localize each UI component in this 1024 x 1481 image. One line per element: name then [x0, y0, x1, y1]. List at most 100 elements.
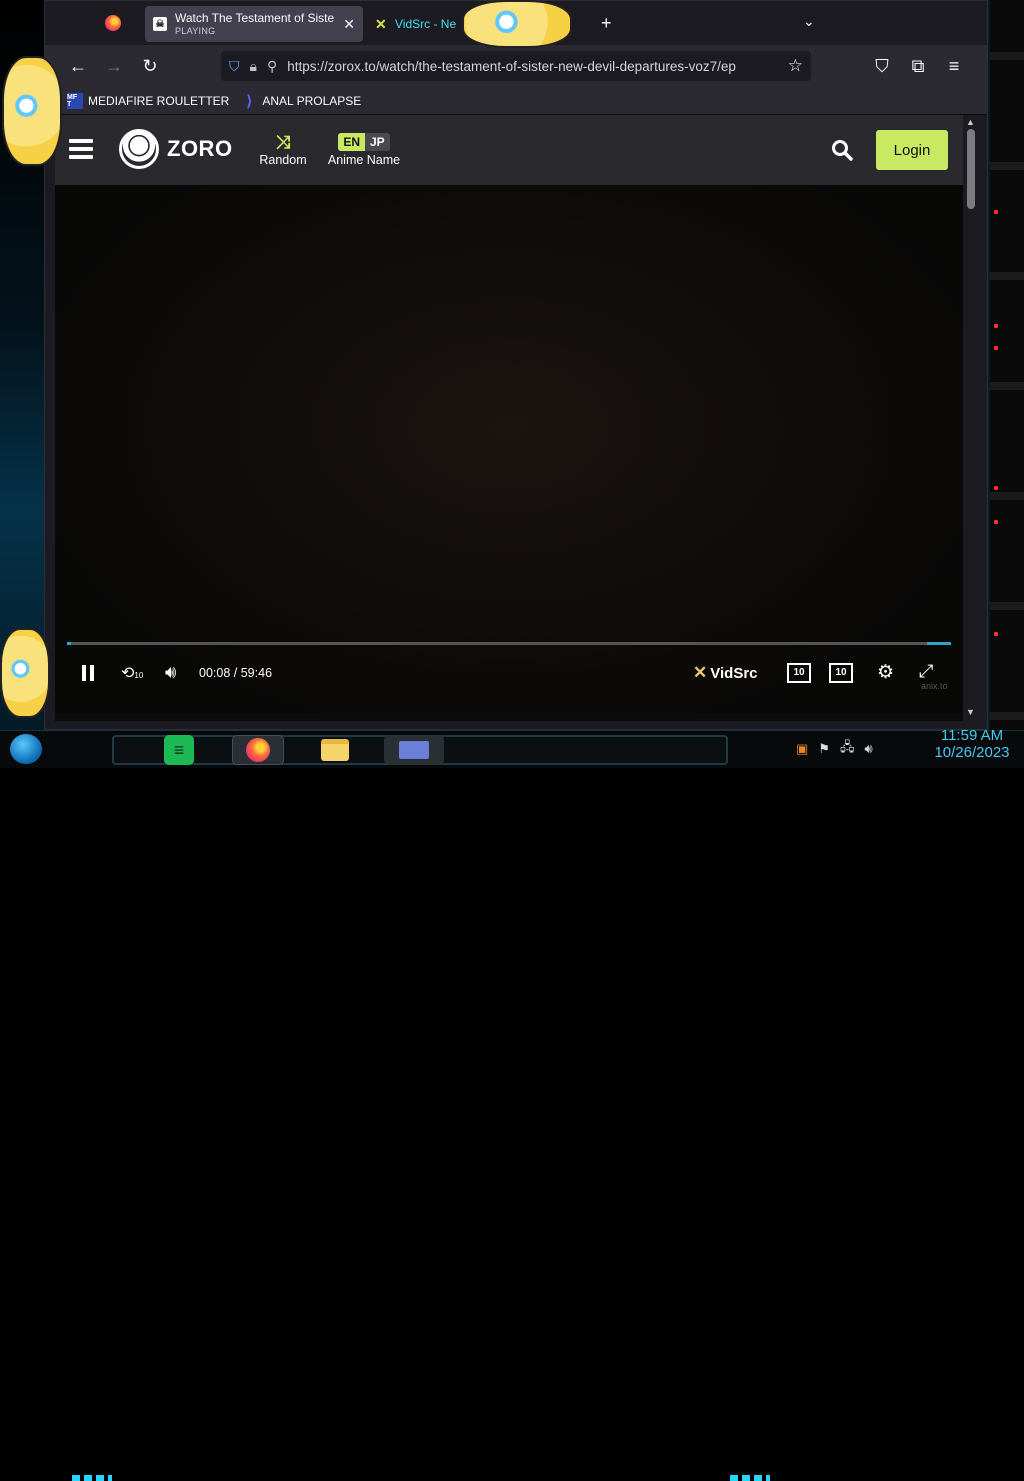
wallpaper-led — [994, 210, 998, 214]
site-header: ZORO ⤨ Random EN JP Anime Name — [55, 115, 963, 185]
current-time: 00:08 — [199, 666, 230, 680]
address-bar[interactable]: ⛉ 🔒︎ ⚲ https://zorox.to/watch/the-testam… — [221, 51, 811, 81]
speaker-icon[interactable]: 🔊︎ — [864, 741, 872, 757]
random-label: Random — [259, 153, 306, 167]
time-separator: / — [234, 666, 237, 680]
bookmark-anal-prolapse[interactable]: ⟩ ANAL PROLAPSE — [241, 93, 361, 109]
progress-bar[interactable] — [67, 642, 951, 645]
forward-arrow-icon[interactable]: → — [103, 55, 125, 77]
page-scrollbar[interactable]: ▲ ▼ — [963, 115, 979, 721]
tab-vidsrc[interactable]: ✕ VidSrc - Ne — [367, 6, 477, 42]
scrollbar-thumb[interactable] — [967, 129, 975, 209]
close-tab-icon[interactable]: ✕ — [343, 16, 355, 33]
bookmark-label: ANAL PROLAPSE — [262, 94, 361, 108]
character-sticker — [2, 56, 62, 166]
time-display: 00:08 / 59:46 — [199, 666, 272, 680]
reload-icon[interactable]: ↻ — [139, 55, 161, 77]
tab-title: VidSrc - Ne — [395, 17, 456, 31]
wallpaper-led — [994, 324, 998, 328]
video-player[interactable]: ⟲10 🔊︎ 00:08 / 59:46 ✕ VidSrc 10 10 ⚙ ⤢ — [55, 185, 963, 721]
player-controls: ⟲10 🔊︎ 00:08 / 59:46 ✕ VidSrc 10 10 ⚙ ⤢ — [55, 655, 963, 691]
back-arrow-icon[interactable]: ← — [67, 55, 89, 77]
lock-icon[interactable]: 🔒︎ — [250, 58, 257, 75]
firefox-view-button[interactable] — [99, 9, 127, 37]
volume-icon[interactable]: 🔊︎ — [165, 662, 176, 683]
new-tab-button[interactable]: + — [601, 13, 612, 34]
folder-icon — [321, 739, 349, 761]
file-explorer-icon[interactable] — [320, 735, 350, 765]
vidsrc-logo-icon: ✕ — [693, 663, 707, 683]
zoro-logo[interactable]: ZORO — [119, 129, 233, 169]
tray-app-icon[interactable]: ▣ — [796, 741, 808, 757]
desktop-wallpaper-right — [988, 0, 1024, 730]
wallpaper-led — [994, 632, 998, 636]
rewind-seconds: 10 — [134, 671, 143, 680]
progress-buffer — [927, 642, 951, 645]
search-icon[interactable] — [831, 139, 853, 161]
lang-jp-option[interactable]: JP — [365, 133, 390, 151]
mediafire-icon: MF T — [67, 93, 83, 109]
anime-name-label: Anime Name — [328, 153, 400, 167]
tracking-shield-icon[interactable]: ⛉ — [229, 58, 240, 75]
hamburger-menu-icon[interactable] — [69, 139, 93, 161]
taskbar-glow — [72, 1475, 112, 1481]
random-button[interactable]: ⤨ Random — [257, 131, 309, 167]
character-sticker — [0, 628, 50, 718]
taskbar-glow — [730, 1475, 770, 1481]
wallpaper-led — [994, 520, 998, 524]
tab-title: Watch The Testament of Sister New Devil … — [175, 12, 335, 26]
vidsrc-brand[interactable]: ✕ VidSrc — [693, 663, 758, 683]
flag-icon[interactable]: ⚑ — [818, 741, 830, 757]
firefox-icon — [105, 15, 121, 31]
below-player-bar — [55, 713, 963, 721]
fullscreen-icon[interactable]: ⤢ — [919, 661, 933, 682]
menu-icon[interactable]: ≡ — [943, 55, 965, 77]
notes-app-icon[interactable]: ≡ — [164, 735, 194, 765]
taskbar-app-icon[interactable] — [384, 735, 444, 765]
firefox-icon — [246, 738, 270, 762]
list-all-tabs-icon[interactable]: ⌄ — [803, 13, 815, 30]
window-app-icon — [399, 741, 429, 759]
navigation-bar: ← → ↻ ⛉ 🔒︎ ⚲ https://zorox.to/watch/the-… — [45, 45, 987, 87]
url-text[interactable]: https://zorox.to/watch/the-testament-of-… — [287, 59, 757, 74]
vidsrc-brand-text: VidSrc — [710, 665, 757, 682]
character-sticker — [462, 0, 572, 48]
system-tray: ▣ ⚑ 🖧︎ 🔊︎ — [796, 738, 883, 760]
bookmark-label: MEDIAFIRE ROULETTER — [88, 94, 229, 108]
skip-back-10-button[interactable]: 10 — [787, 663, 811, 683]
shuffle-icon: ⤨ — [276, 132, 290, 153]
wallpaper-led — [994, 346, 998, 350]
extensions-icon[interactable]: ⧉ — [907, 55, 929, 77]
lang-en-option[interactable]: EN — [338, 133, 365, 151]
taskbar-clock[interactable]: 11:59 AM 10/26/2023 — [930, 727, 1014, 761]
vidsrc-favicon-icon: ✕ — [375, 17, 389, 31]
duration: 59:46 — [241, 666, 272, 680]
rewind-icon[interactable]: ⟲10 — [121, 663, 143, 683]
skip-forward-10-button[interactable]: 10 — [829, 663, 853, 683]
pause-icon[interactable] — [81, 665, 95, 681]
progress-fill — [67, 642, 71, 645]
zoro-favicon-icon: ☠ — [153, 17, 167, 31]
logo-text: ZORO — [167, 136, 233, 162]
skull-logo-icon — [119, 129, 159, 169]
tab-watch-testament[interactable]: ☠ Watch The Testament of Sister New Devi… — [145, 6, 363, 42]
bookmark-star-icon[interactable]: ☆ — [788, 56, 803, 76]
pocket-icon[interactable]: ⛉ — [871, 55, 893, 77]
clock-time: 11:59 AM — [930, 727, 1014, 744]
clock-date: 10/26/2023 — [930, 744, 1014, 761]
player-watermark: anix.to — [921, 681, 948, 691]
page-content: ZORO ⤨ Random EN JP Anime Name — [55, 115, 963, 721]
login-button[interactable]: Login — [876, 130, 948, 170]
bookmark-site-icon: ⟩ — [241, 93, 257, 109]
network-icon[interactable]: 🖧︎ — [840, 738, 855, 760]
bookmark-mediafire[interactable]: MF T MEDIAFIRE ROULETTER — [67, 93, 229, 109]
desktop: ☠ Watch The Testament of Sister New Devi… — [0, 0, 1024, 768]
settings-gear-icon[interactable]: ⚙ — [877, 661, 894, 684]
bookmarks-toolbar: MF T MEDIAFIRE ROULETTER ⟩ ANAL PROLAPSE — [45, 87, 987, 115]
permissions-icon[interactable]: ⚲ — [267, 58, 277, 75]
taskbar-firefox-icon[interactable] — [232, 735, 284, 765]
scroll-up-arrow-icon[interactable]: ▲ — [966, 117, 975, 127]
scroll-down-arrow-icon[interactable]: ▼ — [966, 707, 975, 717]
anime-name-language-toggle[interactable]: EN JP Anime Name — [325, 131, 403, 167]
start-button[interactable] — [10, 734, 42, 764]
